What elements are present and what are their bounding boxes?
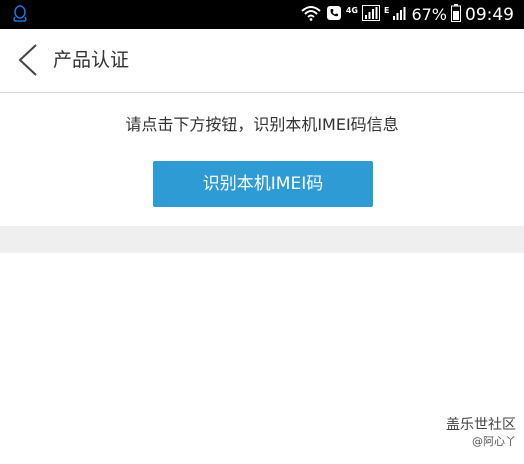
- status-bar: 4G E 67% 09:49: [0, 0, 524, 29]
- app-bar: 产品认证: [0, 29, 524, 93]
- signal-icon: [393, 5, 407, 24]
- wifi-icon: [300, 5, 322, 25]
- back-button[interactable]: [8, 37, 48, 83]
- watermark-user: @阿心丫: [472, 435, 516, 448]
- chevron-left-icon: [18, 44, 37, 76]
- network-type-label: 4G: [345, 5, 358, 15]
- battery-percent: 67%: [411, 5, 447, 24]
- qq-icon: [10, 4, 30, 24]
- clock: 09:49: [465, 4, 514, 25]
- e-network-label: E: [383, 5, 390, 15]
- identify-imei-button[interactable]: 识别本机IMEI码: [153, 161, 373, 207]
- instruction-text: 请点击下方按钮，识别本机IMEI码信息: [125, 115, 399, 134]
- watermark-community: 盖乐世社区: [446, 417, 516, 433]
- section-divider: [0, 226, 524, 253]
- call-icon: [326, 5, 342, 25]
- signal-icon: [361, 4, 380, 25]
- status-icons: 4G E 67% 09:49: [300, 0, 514, 29]
- watermark: 盖乐世社区 @阿心丫: [446, 416, 516, 449]
- imei-card: 请点击下方按钮，识别本机IMEI码信息 识别本机IMEI码: [0, 93, 524, 226]
- battery-icon: [451, 3, 461, 26]
- page-title: 产品认证: [53, 49, 130, 71]
